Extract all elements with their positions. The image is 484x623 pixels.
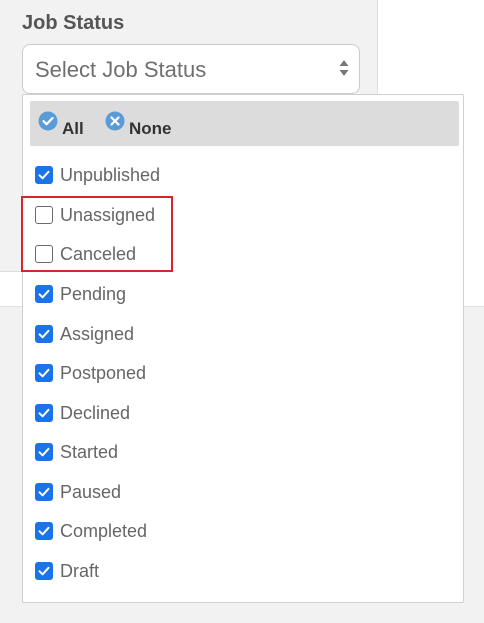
option-label: Postponed: [60, 362, 147, 383]
select-all-button[interactable]: All: [38, 109, 84, 139]
checkbox[interactable]: [35, 562, 53, 580]
option-label: Pending: [60, 283, 127, 304]
option-label: Declined: [60, 402, 131, 423]
select-placeholder: Select Job Status: [35, 57, 207, 82]
option-label: Completed: [60, 520, 148, 541]
select-all-label: All: [62, 119, 84, 138]
option-unassigned[interactable]: Unassigned: [35, 201, 155, 229]
checkbox[interactable]: [35, 522, 53, 540]
x-circle-icon: [105, 111, 125, 131]
check-circle-icon: [38, 111, 58, 131]
checkbox[interactable]: [35, 325, 53, 343]
option-paused[interactable]: Paused: [35, 478, 121, 506]
option-draft[interactable]: Draft: [35, 557, 99, 585]
job-status-select[interactable]: Select Job Status: [22, 44, 360, 94]
job-status-label: Job Status: [22, 12, 125, 34]
option-postponed[interactable]: Postponed: [35, 359, 146, 387]
checkbox[interactable]: [35, 364, 53, 382]
select-actions-bar: All None: [30, 101, 459, 146]
option-canceled[interactable]: Canceled: [35, 240, 136, 268]
checkbox[interactable]: [35, 166, 53, 184]
option-label: Draft: [60, 560, 100, 581]
option-pending[interactable]: Pending: [35, 280, 126, 308]
option-completed[interactable]: Completed: [35, 517, 147, 545]
option-started[interactable]: Started: [35, 438, 118, 466]
select-none-button[interactable]: None: [105, 109, 172, 139]
option-unpublished[interactable]: Unpublished: [35, 161, 160, 189]
option-label: Assigned: [60, 323, 135, 344]
checkbox[interactable]: [35, 404, 53, 422]
option-assigned[interactable]: Assigned: [35, 320, 134, 348]
option-declined[interactable]: Declined: [35, 399, 130, 427]
option-label: Unassigned: [60, 204, 156, 225]
checkbox[interactable]: [35, 443, 53, 461]
job-status-dropdown: All None Unpublished Unassigned Canceled: [22, 94, 464, 603]
checkbox[interactable]: [35, 245, 53, 263]
option-label: Paused: [60, 481, 122, 502]
option-label: Started: [60, 441, 119, 462]
checkbox[interactable]: [35, 285, 53, 303]
option-label: Unpublished: [60, 164, 161, 185]
option-label: Canceled: [60, 243, 137, 264]
up-down-arrows-icon: [338, 57, 350, 79]
checkbox[interactable]: [35, 483, 53, 501]
select-none-label: None: [129, 119, 172, 138]
checkbox[interactable]: [35, 206, 53, 224]
